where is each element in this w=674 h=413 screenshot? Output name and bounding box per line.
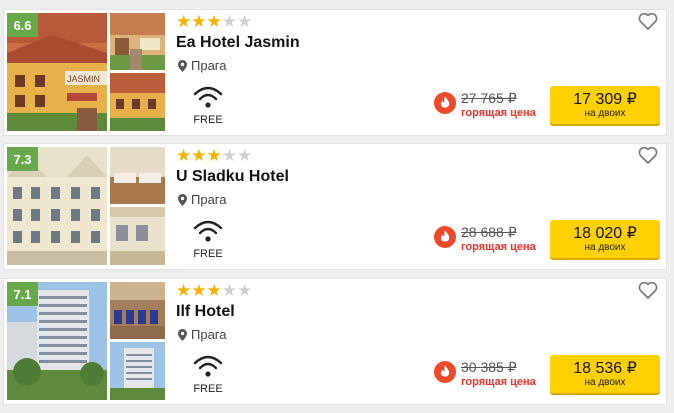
price-sub-label: на двоих [584,376,626,388]
hotel-photo-thumb[interactable] [110,282,165,339]
star-rating: ★★★★★ [176,12,252,32]
wifi-label: FREE [193,383,223,395]
fire-icon [434,361,456,383]
wifi-icon [192,353,224,379]
hotel-name[interactable]: Ilf Hotel [176,303,235,321]
fire-icon [434,226,456,248]
map-pin-icon [178,328,187,341]
wifi-label: FREE [193,114,223,126]
star-icon: ★ [237,12,253,31]
rating-badge: 7.3 [7,147,38,171]
price-sub-label: на двоих [584,241,626,253]
star-icon: ★ [176,146,192,165]
hotel-location: Прага [178,192,227,207]
wifi-icon [192,84,224,110]
star-icon: ★ [206,12,222,31]
old-price: 28 688 ₽ [461,224,517,240]
star-icon: ★ [206,281,222,300]
map-pin-icon [178,193,187,206]
price-label: 18 020 ₽ [573,224,637,242]
price-sub-label: на двоих [584,107,626,119]
star-icon: ★ [237,146,253,165]
star-icon: ★ [191,146,207,165]
star-icon: ★ [176,281,192,300]
location-label: Прага [191,58,227,73]
hotel-name[interactable]: Ea Hotel Jasmin [176,34,300,52]
wifi-label: FREE [193,248,223,260]
old-price: 27 765 ₽ [461,90,517,106]
hot-price-label: горящая цена [461,376,536,388]
price-label: 18 536 ₽ [573,359,637,377]
rating-badge: 6.6 [7,13,38,37]
location-label: Прага [191,327,227,342]
hotel-photo-thumb[interactable] [110,13,165,70]
heart-icon[interactable] [638,281,658,299]
star-icon: ★ [221,146,237,165]
hotel-photo-thumb[interactable] [110,207,165,265]
location-label: Прага [191,192,227,207]
star-icon: ★ [221,12,237,31]
hotel-card[interactable]: 7.1 ★★★★★ Ilf Hotel Прага FREE 30 385 ₽ … [3,278,667,405]
hotel-photo-thumb[interactable] [110,147,165,204]
star-rating: ★★★★★ [176,281,252,301]
hotel-location: Прага [178,327,227,342]
star-icon: ★ [221,281,237,300]
heart-icon[interactable] [638,146,658,164]
hotel-photo-thumb[interactable] [110,73,165,131]
hot-price-label: горящая цена [461,241,536,253]
old-price: 30 385 ₽ [461,359,517,375]
map-pin-icon [178,59,187,72]
price-button[interactable]: 18 020 ₽ на двоих [550,220,660,258]
price-label: 17 309 ₽ [573,90,637,108]
star-icon: ★ [176,12,192,31]
star-rating: ★★★★★ [176,146,252,166]
hotel-sign: JASMIN [67,74,100,84]
hotel-location: Прага [178,58,227,73]
star-icon: ★ [237,281,253,300]
hotel-name[interactable]: U Sladku Hotel [176,168,289,186]
fire-icon [434,92,456,114]
heart-icon[interactable] [638,12,658,30]
wifi-icon [192,218,224,244]
star-icon: ★ [206,146,222,165]
hotel-photo-thumb[interactable] [110,342,165,400]
star-icon: ★ [191,12,207,31]
rating-badge: 7.1 [7,282,38,306]
price-button[interactable]: 18 536 ₽ на двоих [550,355,660,393]
hot-price-label: горящая цена [461,107,536,119]
price-button[interactable]: 17 309 ₽ на двоих [550,86,660,124]
hotel-card[interactable]: 7.3 ★★★★★ U Sladku Hotel Прага FREE 28 6… [3,143,667,270]
hotel-card[interactable]: JASMIN 6.6 ★★★★★ Ea Hotel Jasmin Прага F… [3,9,667,136]
star-icon: ★ [191,281,207,300]
